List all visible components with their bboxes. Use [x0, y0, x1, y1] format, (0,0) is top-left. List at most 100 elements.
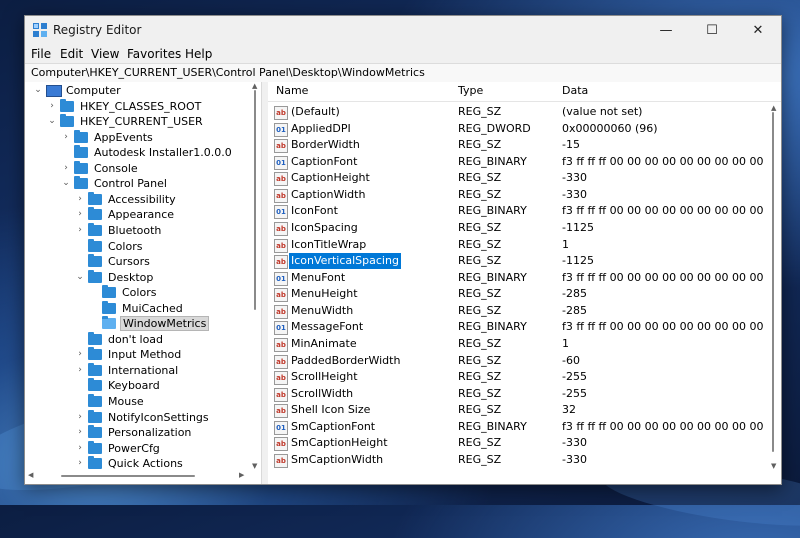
tree-item[interactable]: Colors	[89, 285, 261, 300]
value-row[interactable]: ab ScrollHeight REG_SZ -255	[268, 369, 768, 386]
tree-item[interactable]: › Bluetooth	[75, 222, 261, 238]
title-bar[interactable]: Registry Editor — ☐ ✕	[25, 16, 781, 45]
tree-item-label: HKEY_CLASSES_ROOT	[80, 99, 202, 113]
value-row[interactable]: ab CaptionWidth REG_SZ -330	[268, 187, 768, 203]
value-data: -285	[562, 287, 587, 301]
string-value-icon: ab	[274, 371, 288, 386]
value-row[interactable]: 01 SmCaptionFont REG_BINARY f3 ff ff ff 00 …	[268, 419, 768, 435]
tree-item[interactable]: Cursors	[75, 254, 261, 269]
chevron-right-icon[interactable]: ›	[47, 99, 57, 114]
binary-value-icon: 01	[274, 205, 288, 220]
chevron-right-icon[interactable]: ›	[75, 207, 85, 222]
value-row[interactable]: ab (Default) REG_SZ (value not set)	[268, 104, 768, 120]
value-row[interactable]: ab MenuHeight REG_SZ -285	[268, 286, 768, 303]
value-type: REG_SZ	[458, 370, 502, 384]
value-data: -255	[562, 370, 587, 384]
maximize-button[interactable]: ☐	[689, 16, 735, 45]
tree-item[interactable]: › Quick Actions	[75, 456, 261, 471]
tree-item[interactable]: ⌄ HKEY_CURRENT_USER	[47, 114, 261, 129]
tree-item[interactable]: › HKEY_CLASSES_ROOT	[47, 98, 261, 114]
tree-item[interactable]: ⌄ Desktop	[75, 269, 261, 285]
tree-item[interactable]: › Accessibility	[75, 191, 261, 207]
value-row[interactable]: ab IconVerticalSpacing REG_SZ -1125	[268, 253, 768, 270]
list-vertical-scrollbar[interactable]	[772, 112, 774, 452]
chevron-down-icon[interactable]: ⌄	[75, 270, 85, 285]
value-row[interactable]: ab Shell Icon Size REG_SZ 32	[268, 402, 768, 419]
value-row[interactable]: ab MinAnimate REG_SZ 1	[268, 336, 768, 352]
tree-horizontal-scrollbar[interactable]	[61, 475, 195, 477]
value-data: -285	[562, 303, 587, 317]
value-row[interactable]: ab ScrollWidth REG_SZ -255	[268, 386, 768, 402]
column-header-data[interactable]: Data	[562, 82, 588, 100]
tree-scroll-right-icon[interactable]: ▶	[239, 471, 244, 479]
tree-item[interactable]: › Console	[61, 160, 261, 176]
value-type: REG_SZ	[458, 287, 502, 301]
tree-item[interactable]: Mouse	[75, 394, 261, 409]
address-path[interactable]: Computer\HKEY_CURRENT_USER\Control Panel…	[31, 66, 425, 79]
menu-help[interactable]: Help	[185, 47, 212, 61]
chevron-right-icon[interactable]: ›	[75, 441, 85, 456]
value-row[interactable]: 01 CaptionFont REG_BINARY f3 ff ff ff 00 00…	[268, 154, 768, 170]
tree-item[interactable]: › AppEvents	[61, 129, 261, 145]
tree-item[interactable]: Keyboard	[75, 378, 261, 393]
chevron-down-icon[interactable]: ⌄	[33, 83, 43, 98]
minimize-button[interactable]: —	[643, 16, 689, 45]
value-name: MinAnimate	[291, 336, 357, 350]
column-header-name[interactable]: Name	[276, 82, 308, 100]
chevron-down-icon[interactable]: ⌄	[61, 176, 71, 191]
value-row[interactable]: ab BorderWidth REG_SZ -15	[268, 137, 768, 154]
chevron-right-icon[interactable]: ›	[75, 425, 85, 440]
chevron-right-icon[interactable]: ›	[75, 192, 85, 207]
value-row[interactable]: ab MenuWidth REG_SZ -285	[268, 303, 768, 319]
chevron-right-icon[interactable]: ›	[75, 347, 85, 362]
tree-item[interactable]: don't load	[75, 331, 261, 347]
list-scroll-up-icon[interactable]: ▲	[771, 104, 776, 112]
chevron-down-icon[interactable]: ⌄	[47, 114, 57, 129]
tree-item[interactable]: WindowMetrics	[89, 316, 261, 332]
tree-item[interactable]: › Appearance	[75, 207, 261, 222]
chevron-right-icon[interactable]: ›	[61, 161, 71, 176]
value-row[interactable]: ab PaddedBorderWidth REG_SZ -60	[268, 353, 768, 369]
value-row[interactable]: ab SmCaptionHeight REG_SZ -330	[268, 435, 768, 452]
tree-item[interactable]: ⌄ Computer	[33, 83, 253, 98]
column-header-type[interactable]: Type	[458, 82, 483, 100]
value-row[interactable]: ab CaptionHeight REG_SZ -330	[268, 170, 768, 187]
tree-item[interactable]: › PowerCfg	[75, 440, 261, 456]
tree-item[interactable]: › Input Method	[75, 347, 261, 362]
tree-item[interactable]: Colors	[75, 238, 261, 254]
value-row[interactable]: 01 MenuFont REG_BINARY f3 ff ff ff 00 00 00…	[268, 270, 768, 286]
tree-scroll-left-icon[interactable]: ◀	[28, 471, 33, 479]
value-row[interactable]: ab IconTitleWrap REG_SZ 1	[268, 237, 768, 253]
tree-item[interactable]: › Personalization	[75, 425, 261, 440]
value-row[interactable]: 01 MessageFont REG_BINARY f3 ff ff ff 00 00…	[268, 319, 768, 336]
value-type: REG_BINARY	[458, 270, 527, 284]
tree-item-label: Colors	[108, 239, 143, 253]
value-row[interactable]: ab IconSpacing REG_SZ -1125	[268, 220, 768, 236]
value-row[interactable]: ab SmCaptionWidth REG_SZ -330	[268, 452, 768, 468]
menu-edit[interactable]: Edit	[60, 47, 83, 61]
chevron-right-icon[interactable]: ›	[75, 456, 85, 471]
tree-item-label: Accessibility	[108, 192, 176, 206]
chevron-right-icon[interactable]: ›	[61, 130, 71, 145]
key-tree-pane[interactable]: ▲ ▼ ◀ ▶ ⌄ Computer › HKEY_CLASSES_ROOT ⌄ HKEY…	[25, 82, 261, 484]
tree-item[interactable]: Autodesk Installer1.0.0.0	[61, 145, 261, 160]
values-list-pane[interactable]: Name Type Data ▲ ▼ ab (Default) REG_SZ (val…	[268, 82, 781, 484]
value-data: -15	[562, 138, 580, 152]
chevron-right-icon[interactable]: ›	[75, 363, 85, 378]
tree-item[interactable]: › International	[75, 362, 261, 378]
tree-item-label: International	[108, 363, 179, 377]
list-scroll-down-icon[interactable]: ▼	[771, 462, 776, 470]
address-bar[interactable]: Computer\HKEY_CURRENT_USER\Control Panel…	[25, 63, 781, 83]
menu-view[interactable]: View	[91, 47, 119, 61]
string-value-icon: ab	[274, 337, 288, 352]
value-row[interactable]: 01 IconFont REG_BINARY f3 ff ff ff 00 00 00…	[268, 203, 768, 220]
tree-item[interactable]: MuiCached	[89, 300, 261, 316]
chevron-right-icon[interactable]: ›	[75, 223, 85, 238]
tree-item[interactable]: ⌄ Control Panel	[61, 176, 261, 191]
menu-favorites[interactable]: Favorites	[127, 47, 181, 61]
chevron-right-icon[interactable]: ›	[75, 410, 85, 425]
tree-item[interactable]: › NotifyIconSettings	[75, 409, 261, 425]
menu-file[interactable]: File	[31, 47, 51, 61]
close-button[interactable]: ✕	[735, 16, 781, 45]
value-row[interactable]: 01 AppliedDPI REG_DWORD 0x00000060 (96)	[268, 121, 768, 137]
